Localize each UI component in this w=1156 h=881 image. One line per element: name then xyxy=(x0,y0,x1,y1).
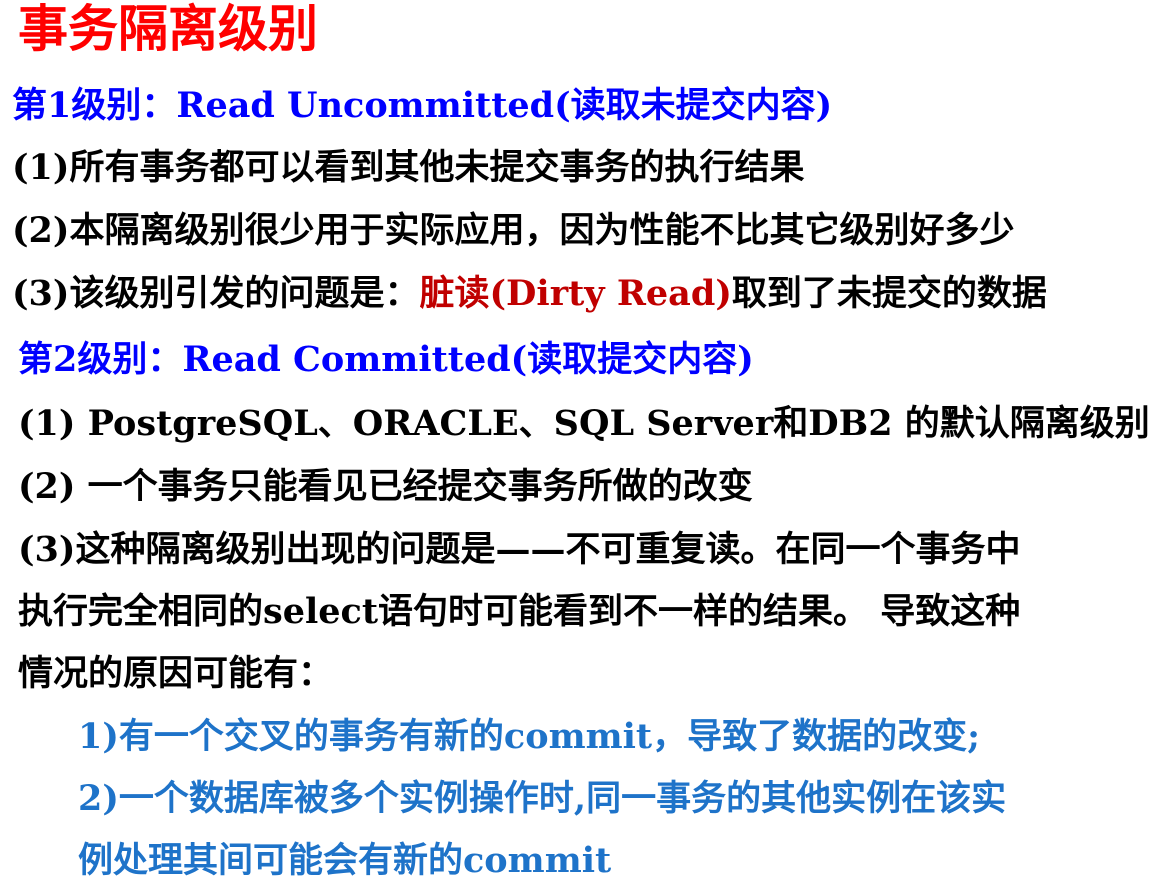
level1-item-3-suffix: 取到了未提交的数据 xyxy=(731,273,1047,314)
level2-item-2: (2) 一个事务只能看见已经提交事务所做的改变 xyxy=(18,466,753,507)
level2-item-3-line-3: 情况的原因可能有： xyxy=(18,653,334,694)
slide: { "title": "事务隔离级别", "colors": { "title"… xyxy=(0,0,1156,878)
level1-item-2: (2)本隔离级别很少用于实际应用，因为性能不比其它级别好多少 xyxy=(12,210,1015,251)
reason-1: 1)有一个交叉的事务有新的commit，导致了数据的改变; xyxy=(78,716,981,757)
reason-2: 2)一个数据库被多个实例操作时,同一事务的其他实例在该实 xyxy=(78,778,1007,819)
reason-2-continued: 例处理其间可能会有新的commit xyxy=(78,840,612,881)
level1-item-1: (1)所有事务都可以看到其他未提交事务的执行结果 xyxy=(12,147,805,188)
dirty-read-term: 脏读(Dirty Read) xyxy=(419,273,732,314)
level2-item-3-line-2: 执行完全相同的select语句时可能看到不一样的结果。 导致这种 xyxy=(18,591,1021,632)
level2-item-1: (1) PostgreSQL、ORACLE、SQL Server和DB2 的默认… xyxy=(18,403,1150,444)
level2-heading: 第2级别：Read Committed(读取提交内容) xyxy=(18,339,754,380)
page-title: 事务隔离级别 xyxy=(18,0,318,58)
level2-item-3-line-1: (3)这种隔离级别出现的问题是——不可重复读。在同一个事务中 xyxy=(18,529,1021,570)
level1-item-3: (3)该级别引发的问题是：脏读(Dirty Read)取到了未提交的数据 xyxy=(12,276,1047,311)
level1-heading: 第1级别：Read Uncommitted(读取未提交内容) xyxy=(12,85,833,126)
level1-item-3-prefix: (3)该级别引发的问题是： xyxy=(12,273,420,314)
